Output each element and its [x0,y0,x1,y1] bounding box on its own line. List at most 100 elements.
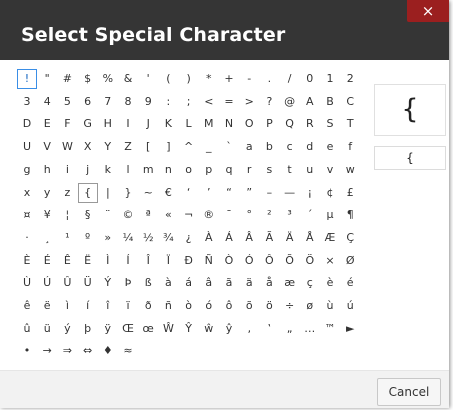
special-character-cell[interactable]: µ [321,206,339,224]
special-character-cell[interactable]: ? [260,93,278,111]
special-character-cell[interactable]: ^ [180,138,198,156]
special-character-cell[interactable]: t [281,161,299,179]
special-character-cell[interactable]: ½ [139,229,157,247]
special-character-cell[interactable]: Ú [38,274,56,292]
special-character-cell[interactable]: œ [139,320,157,338]
special-character-cell[interactable]: û [18,320,36,338]
special-character-cell[interactable]: õ [240,297,258,315]
special-character-cell[interactable]: l [119,161,137,179]
special-character-cell[interactable]: Ó [240,252,258,270]
special-character-cell[interactable]: — [281,184,299,202]
special-character-cell[interactable]: ² [260,206,278,224]
special-character-cell[interactable]: . [260,70,278,88]
special-character-cell[interactable]: L [180,115,198,133]
special-character-cell[interactable]: Ý [99,274,117,292]
special-character-cell[interactable]: é [341,274,359,292]
special-character-cell[interactable]: < [200,93,218,111]
special-character-cell[interactable]: _ [200,138,218,156]
special-character-cell[interactable]: É [38,252,56,270]
special-character-cell[interactable]: ™ [321,320,339,338]
special-character-cell[interactable]: ù [321,297,339,315]
special-character-cell[interactable]: 8 [119,93,137,111]
special-character-cell[interactable]: ¢ [321,184,339,202]
special-character-cell[interactable]: x [18,184,36,202]
special-character-cell[interactable]: ► [341,320,359,338]
special-character-cell[interactable]: • [18,342,36,360]
special-character-cell[interactable]: F [58,115,76,133]
special-character-cell[interactable]: u [301,161,319,179]
special-character-cell[interactable]: ⇔ [79,342,97,360]
special-character-cell[interactable]: à [159,274,177,292]
special-character-cell[interactable]: & [119,70,137,88]
special-character-cell[interactable]: Q [281,115,299,133]
special-character-cell[interactable]: Å [301,229,319,247]
special-character-cell[interactable]: Ã [260,229,278,247]
special-character-cell[interactable]: ç [301,274,319,292]
special-character-cell[interactable]: 0 [301,70,319,88]
special-character-cell[interactable]: q [220,161,238,179]
special-character-cell[interactable]: 3 [18,93,36,111]
special-character-cell[interactable]: ¤ [18,206,36,224]
special-character-cell[interactable]: ì [58,297,76,315]
special-character-cell[interactable]: r [240,161,258,179]
special-character-cell[interactable]: Ü [79,274,97,292]
special-character-cell[interactable]: ß [139,274,157,292]
special-character-cell[interactable]: X [79,138,97,156]
special-character-cell[interactable]: » [99,229,117,247]
special-character-cell[interactable]: þ [79,320,97,338]
special-character-cell[interactable]: / [281,70,299,88]
special-character-cell[interactable]: 7 [99,93,117,111]
special-character-cell[interactable]: S [321,115,339,133]
special-character-cell[interactable]: O [240,115,258,133]
special-character-cell[interactable]: : [159,93,177,111]
special-character-cell[interactable]: ¹ [58,229,76,247]
special-character-cell[interactable]: ‛ [260,320,278,338]
special-character-cell[interactable]: 4 [38,93,56,111]
special-character-cell[interactable]: Ì [99,252,117,270]
special-character-cell[interactable]: “ [220,184,238,202]
special-character-cell[interactable]: j [79,161,97,179]
special-character-cell[interactable]: Æ [321,229,339,247]
cancel-button[interactable]: Cancel [377,378,441,406]
special-character-cell[interactable]: ô [220,297,238,315]
special-character-cell[interactable]: s [260,161,278,179]
special-character-cell[interactable]: ‚ [240,320,258,338]
special-character-cell[interactable]: Ä [281,229,299,247]
special-character-cell[interactable]: À [200,229,218,247]
special-character-cell[interactable]: " [38,70,56,88]
special-character-cell[interactable]: o [180,161,198,179]
special-character-cell[interactable]: 2 [341,70,359,88]
special-character-cell[interactable]: % [99,70,117,88]
special-character-cell[interactable]: h [38,161,56,179]
special-character-cell[interactable]: ï [119,297,137,315]
special-character-cell[interactable]: ð [139,297,157,315]
special-character-cell[interactable]: $ [79,70,97,88]
special-character-cell[interactable]: § [79,206,97,224]
special-character-cell[interactable]: ø [301,297,319,315]
special-character-cell[interactable]: U [18,138,36,156]
special-character-cell[interactable]: ´ [301,206,319,224]
special-character-cell[interactable]: Ö [301,252,319,270]
special-character-cell[interactable]: í [79,297,97,315]
special-character-cell[interactable]: ³ [281,206,299,224]
special-character-cell[interactable]: ú [341,297,359,315]
special-character-cell[interactable]: è [321,274,339,292]
special-character-cell[interactable]: B [321,93,339,111]
special-character-cell[interactable]: Û [58,274,76,292]
special-character-cell[interactable]: ý [58,320,76,338]
special-character-cell[interactable]: Ø [341,252,359,270]
special-character-cell[interactable]: = [220,93,238,111]
special-character-cell[interactable]: – [260,184,278,202]
special-character-cell[interactable]: Ù [18,274,36,292]
cancel-label[interactable]: Cancel [378,379,440,405]
special-character-cell[interactable]: Ê [58,252,76,270]
special-character-cell[interactable]: Ë [79,252,97,270]
special-character-cell[interactable]: ¬ [180,206,198,224]
special-character-cell[interactable]: c [281,138,299,156]
close-icon[interactable]: × [407,0,449,22]
special-character-cell[interactable]: K [159,115,177,133]
special-character-cell[interactable]: × [321,252,339,270]
special-character-cell[interactable]: € [159,184,177,202]
special-character-cell[interactable]: { [77,182,98,203]
special-character-cell[interactable]: k [99,161,117,179]
